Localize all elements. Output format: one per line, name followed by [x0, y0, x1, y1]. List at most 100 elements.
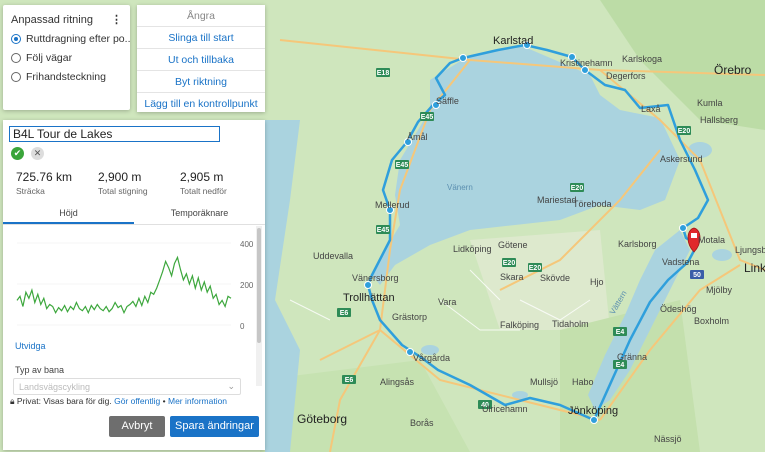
- place-label: Göteborg: [297, 412, 347, 426]
- undo-button[interactable]: Ångra: [137, 5, 265, 27]
- place-label: Ödeshög: [660, 304, 697, 314]
- mode-option-freehand[interactable]: Frihandsteckning: [3, 67, 130, 86]
- route-actions-panel: Ångra Slinga till start Ut och tillbaka …: [137, 5, 265, 112]
- stat-value: 2,905 m: [180, 170, 224, 184]
- tab-pace-calculator[interactable]: Temporäknare: [134, 202, 265, 224]
- svg-text:E4: E4: [616, 362, 625, 369]
- svg-text:E45: E45: [377, 227, 390, 234]
- stat-distance: 725.76 km Sträcka: [16, 170, 72, 196]
- radio-selected-icon[interactable]: [11, 33, 21, 44]
- place-label: Linkö: [744, 261, 765, 275]
- svg-text:E4: E4: [616, 329, 625, 336]
- stat-label: Totalt nedför: [180, 186, 227, 196]
- place-label: Lidköping: [453, 244, 492, 254]
- svg-text:E6: E6: [345, 377, 354, 384]
- tab-elevation[interactable]: Höjd: [3, 202, 134, 224]
- road-shield: E4: [613, 327, 627, 336]
- stat-value: 2,900 m: [98, 170, 142, 184]
- place-label: Vara: [438, 297, 456, 307]
- radio-icon[interactable]: [11, 71, 21, 82]
- mode-option-label: Ruttdragning efter po...: [26, 32, 130, 45]
- place-label: Ljungsbro: [735, 245, 765, 255]
- expand-chart-link[interactable]: Utvidga: [15, 341, 46, 351]
- place-label: Alingsås: [380, 377, 415, 387]
- more-info-link[interactable]: Mer information: [168, 396, 227, 406]
- stat-value: 725.76 km: [16, 170, 73, 184]
- svg-text:E45: E45: [421, 114, 434, 121]
- elevation-series-line: [16, 255, 232, 315]
- route-details-panel: ✔ ✕ 725.76 km Sträcka 2,900 m Total stig…: [3, 120, 265, 450]
- out-and-back-button[interactable]: Ut och tillbaka: [137, 49, 265, 71]
- svg-text:E18: E18: [377, 70, 390, 77]
- mode-option-label: Följ vägar: [26, 51, 73, 64]
- place-label: Habo: [572, 377, 594, 387]
- place-label: Laxå: [641, 104, 661, 114]
- road-shield: E20: [570, 183, 584, 192]
- place-label: Borås: [410, 418, 434, 428]
- place-label: Vänersborg: [352, 273, 399, 283]
- road-shield: E18: [376, 68, 390, 77]
- place-label: Kristinehamn: [560, 58, 613, 68]
- privacy-text: Privat: Visas bara för dig.: [16, 396, 112, 406]
- place-label: Askersund: [660, 154, 703, 164]
- place-label: Boxholm: [694, 316, 729, 326]
- place-label: Mjölby: [706, 285, 733, 295]
- chevron-down-icon: ⌄: [227, 381, 235, 391]
- svg-text:E20: E20: [503, 260, 516, 267]
- mode-option-routing[interactable]: Ruttdragning efter po...: [3, 29, 130, 48]
- place-label: Kumla: [697, 98, 723, 108]
- close-icon[interactable]: ✕: [31, 147, 44, 160]
- place-label: Ulricehamn: [482, 404, 528, 414]
- chart-tick-label: 200: [240, 281, 254, 290]
- road-shield: E45: [395, 160, 409, 169]
- place-label: Motala: [698, 235, 725, 245]
- road-shield: 50: [690, 270, 704, 279]
- reverse-route-button[interactable]: Byt riktning: [137, 71, 265, 93]
- place-label: Degerfors: [606, 71, 646, 81]
- place-label: Hallsberg: [700, 115, 738, 125]
- place-label: Falköping: [500, 320, 539, 330]
- svg-text:E20: E20: [529, 265, 542, 272]
- make-public-link[interactable]: Gör offentlig: [114, 396, 160, 406]
- place-label: Grästorp: [392, 312, 427, 322]
- route-type-label: Typ av bana: [15, 365, 65, 375]
- radio-icon[interactable]: [11, 52, 21, 63]
- stat-label: Sträcka: [16, 186, 45, 196]
- stat-label: Total stigning: [98, 186, 148, 196]
- place-label: Skövde: [540, 273, 570, 283]
- road-shield: E45: [376, 225, 390, 234]
- place-label: Säffle: [436, 96, 459, 106]
- place-label: Mullsjö: [530, 377, 558, 387]
- place-label: Nässjö: [654, 434, 682, 444]
- place-label: Tidaholm: [552, 319, 589, 329]
- scrollbar-thumb[interactable]: [257, 228, 261, 343]
- place-label: Vårgårda: [413, 353, 450, 363]
- svg-text:50: 50: [693, 272, 701, 279]
- elevation-chart[interactable]: 400 200 0: [11, 235, 259, 335]
- place-label: Vadstena: [662, 257, 699, 267]
- place-label: Karlstad: [493, 35, 533, 47]
- cancel-button[interactable]: Avbryt: [109, 416, 165, 437]
- save-changes-button[interactable]: Spara ändringar: [170, 416, 259, 437]
- mode-option-follow-roads[interactable]: Följ vägar: [3, 48, 130, 67]
- chart-tick-label: 400: [240, 240, 254, 249]
- place-label: Örebro: [714, 63, 752, 77]
- stat-elevation-loss: 2,905 m Totalt nedför: [180, 170, 227, 196]
- lock-icon: 🔒︎: [10, 396, 15, 406]
- place-label: Gränna: [617, 352, 647, 362]
- waypoint-marker[interactable]: [679, 224, 687, 232]
- mode-option-label: Frihandsteckning: [26, 70, 106, 83]
- loop-to-start-button[interactable]: Slinga till start: [137, 27, 265, 49]
- place-label: Skara: [500, 272, 524, 282]
- route-type-select[interactable]: Landsvägscykling ⌄: [13, 378, 241, 395]
- more-options-icon[interactable]: ⋮: [111, 15, 122, 26]
- place-label: Töreboda: [573, 199, 612, 209]
- check-icon[interactable]: ✔: [11, 147, 24, 160]
- waypoint-marker[interactable]: [590, 416, 598, 424]
- route-name-input[interactable]: [9, 126, 220, 142]
- place-label: Götene: [498, 240, 528, 250]
- add-checkpoint-button[interactable]: Lägg till en kontrollpunkt: [137, 93, 265, 115]
- place-label: Mariestad: [537, 195, 577, 205]
- waypoint-marker[interactable]: [459, 54, 467, 62]
- place-label: Trollhättan: [343, 292, 395, 304]
